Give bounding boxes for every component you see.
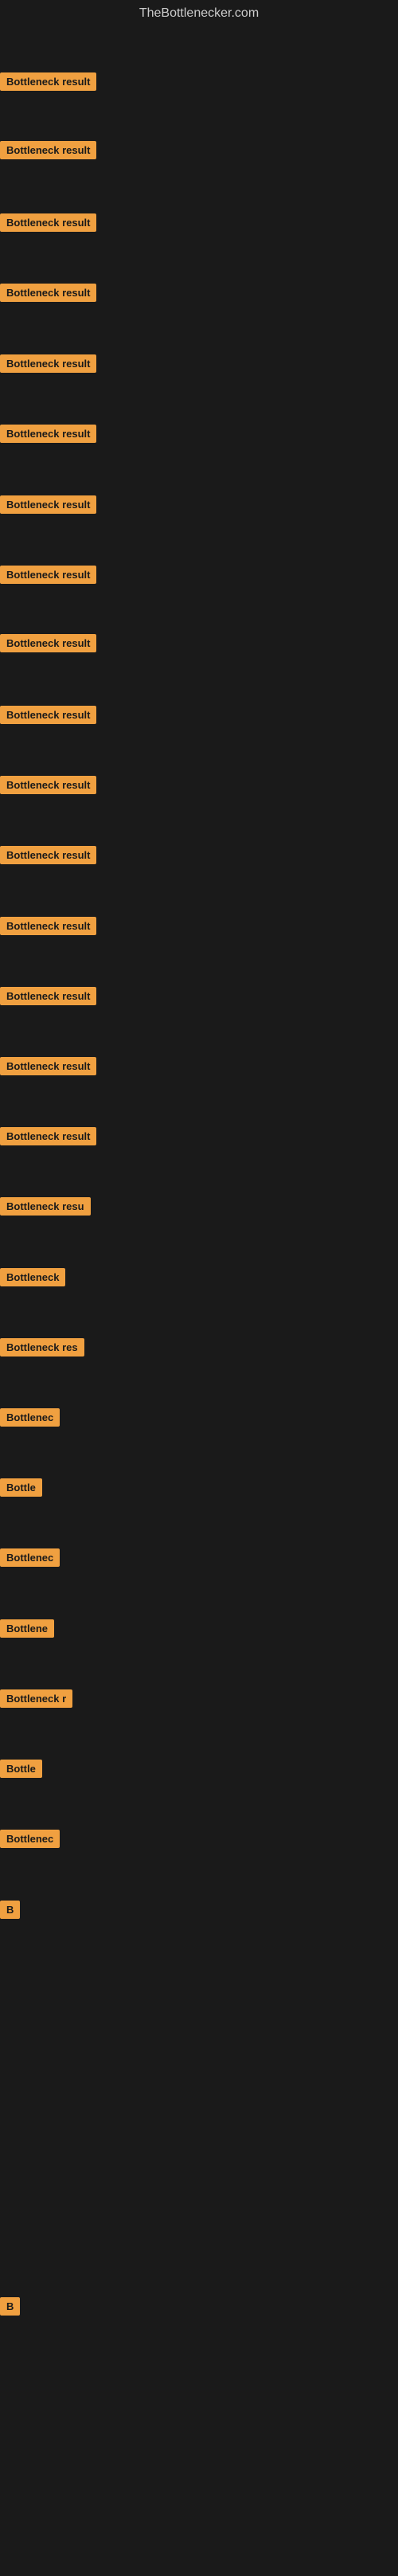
bottleneck-label: Bottleneck result [0, 634, 96, 652]
bottleneck-label: Bottleneck r [0, 1689, 72, 1708]
bottleneck-label: Bottlenec [0, 1408, 60, 1427]
bottleneck-label: B [0, 2297, 20, 2316]
bottleneck-label: Bottleneck result [0, 776, 96, 794]
bottleneck-label: B [0, 1901, 20, 1919]
bottleneck-label: Bottleneck result [0, 987, 96, 1005]
bottleneck-label: Bottle [0, 1478, 42, 1497]
bottleneck-label: Bottleneck resu [0, 1197, 91, 1216]
bottleneck-label: Bottleneck result [0, 141, 96, 159]
bottleneck-label: Bottleneck result [0, 425, 96, 443]
bottleneck-label: Bottleneck result [0, 354, 96, 373]
bottleneck-label: Bottleneck result [0, 495, 96, 514]
bottleneck-label: Bottleneck result [0, 72, 96, 91]
bottleneck-label: Bottlenec [0, 1548, 60, 1567]
bottleneck-label: Bottleneck result [0, 566, 96, 584]
bottleneck-label: Bottleneck result [0, 846, 96, 864]
bottleneck-label: Bottleneck result [0, 1127, 96, 1145]
bottleneck-label: Bottleneck res [0, 1338, 84, 1357]
bottleneck-label: Bottlene [0, 1619, 54, 1638]
bottleneck-label: Bottleneck result [0, 706, 96, 724]
bottleneck-label: Bottleneck result [0, 284, 96, 302]
site-title: TheBottlenecker.com [0, 0, 398, 27]
bottleneck-label: Bottleneck [0, 1268, 65, 1286]
bottleneck-label: Bottleneck result [0, 917, 96, 935]
bottleneck-label: Bottleneck result [0, 213, 96, 232]
bottleneck-label: Bottle [0, 1760, 42, 1778]
bottleneck-label: Bottleneck result [0, 1057, 96, 1075]
bottleneck-label: Bottlenec [0, 1830, 60, 1848]
